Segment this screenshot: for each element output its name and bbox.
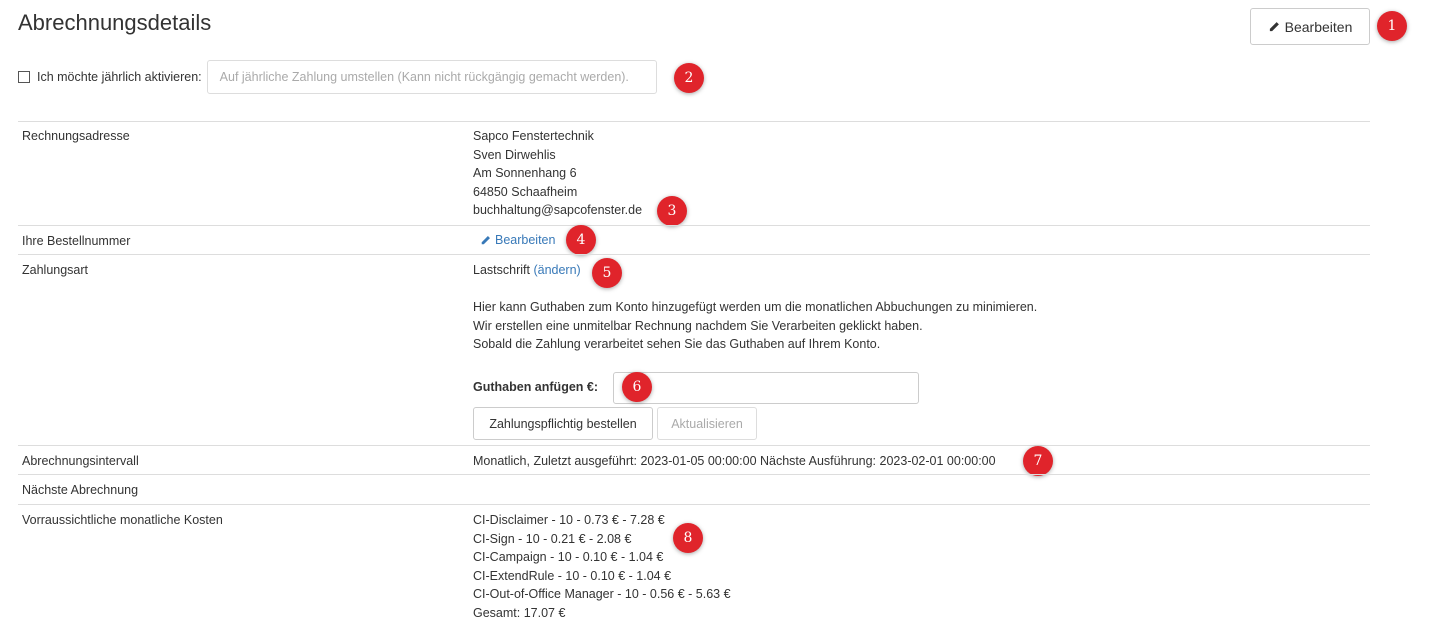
- annual-payment-input[interactable]: Auf jährliche Zahlung umstellen (Kann ni…: [206, 60, 657, 94]
- divider: [18, 254, 1370, 255]
- billing-address-label: Rechnungsadresse: [22, 129, 130, 143]
- order-number-edit-label: Bearbeiten: [495, 233, 556, 247]
- billing-address-value: Sapco Fenstertechnik Sven Dirwehlis Am S…: [473, 127, 642, 220]
- monthly-costs-label: Vorraussichtliche monatliche Kosten: [22, 513, 223, 527]
- cost-line: CI-Out-of-Office Manager - 10 - 0.56 € -…: [473, 587, 731, 601]
- annual-input-placeholder: Auf jährliche Zahlung umstellen (Kann ni…: [219, 70, 629, 84]
- order-number-edit-link[interactable]: Bearbeiten: [480, 233, 555, 247]
- annotation-badge-8: 8: [673, 523, 703, 553]
- cost-total: Gesamt: 17.07 €: [473, 605, 566, 620]
- cost-line: CI-ExtendRule - 10 - 0.10 € - 1.04 €: [473, 568, 672, 583]
- divider: [18, 474, 1370, 475]
- divider: [18, 445, 1370, 446]
- divider: [18, 225, 1370, 226]
- edit-button-label: Bearbeiten: [1284, 18, 1353, 35]
- payment-method-value: Lastschrift (ändern): [473, 261, 581, 280]
- credit-info-line: Wir erstellen eine unmitelbar Rechnung n…: [473, 318, 923, 333]
- pencil-icon: [1269, 21, 1279, 31]
- address-line: Sven Dirwehlis: [473, 147, 556, 162]
- billing-interval-value: Monatlich, Zuletzt ausgeführt: 2023-01-0…: [473, 454, 996, 468]
- address-line: Sapco Fenstertechnik: [473, 129, 594, 143]
- update-button[interactable]: Aktualisieren: [657, 407, 757, 440]
- edit-button[interactable]: Bearbeiten: [1250, 8, 1370, 45]
- annual-checkbox[interactable]: [18, 71, 30, 83]
- annual-label: Ich möchte jährlich aktivieren:: [37, 70, 202, 84]
- change-payment-link[interactable]: (ändern): [533, 263, 580, 277]
- annotation-badge-5: 5: [592, 258, 622, 288]
- pencil-icon: [481, 235, 490, 244]
- payment-method-name: Lastschrift: [473, 263, 530, 277]
- address-email: buchhaltung@sapcofenster.de: [473, 203, 643, 217]
- annotation-badge-1: 1: [1377, 11, 1407, 41]
- credit-info-line: Hier kann Guthaben zum Konto hinzugefügt…: [473, 300, 1038, 314]
- credit-amount-label: Guthaben anfügen €:: [473, 380, 598, 394]
- divider: [18, 121, 1370, 122]
- credit-amount-input[interactable]: [613, 372, 919, 404]
- annotation-badge-4: 4: [566, 225, 596, 255]
- annotation-badge-6: 6: [622, 372, 652, 402]
- annotation-badge-2: 2: [674, 63, 704, 93]
- annotation-badge-3: 3: [657, 196, 687, 226]
- divider: [18, 504, 1370, 505]
- billing-interval-label: Abrechnungsintervall: [22, 454, 139, 468]
- payment-method-label: Zahlungsart: [22, 263, 89, 277]
- next-billing-label: Nächste Abrechnung: [22, 483, 139, 497]
- order-number-label: Ihre Bestellnummer: [22, 234, 131, 248]
- page-title: Abrechnungsdetails: [18, 10, 212, 35]
- credit-info-text: Hier kann Guthaben zum Konto hinzugefügt…: [473, 298, 1037, 354]
- order-payment-button[interactable]: Zahlungspflichtig bestellen: [473, 407, 653, 440]
- credit-info-line: Sobald die Zahlung verarbeitet sehen Sie…: [473, 337, 881, 351]
- address-line: Am Sonnenhang 6: [473, 166, 577, 180]
- address-line: 64850 Schaafheim: [473, 184, 578, 199]
- annotation-badge-7: 7: [1023, 446, 1053, 476]
- annual-activation-row: Ich möchte jährlich aktivieren: Auf jähr…: [18, 60, 657, 94]
